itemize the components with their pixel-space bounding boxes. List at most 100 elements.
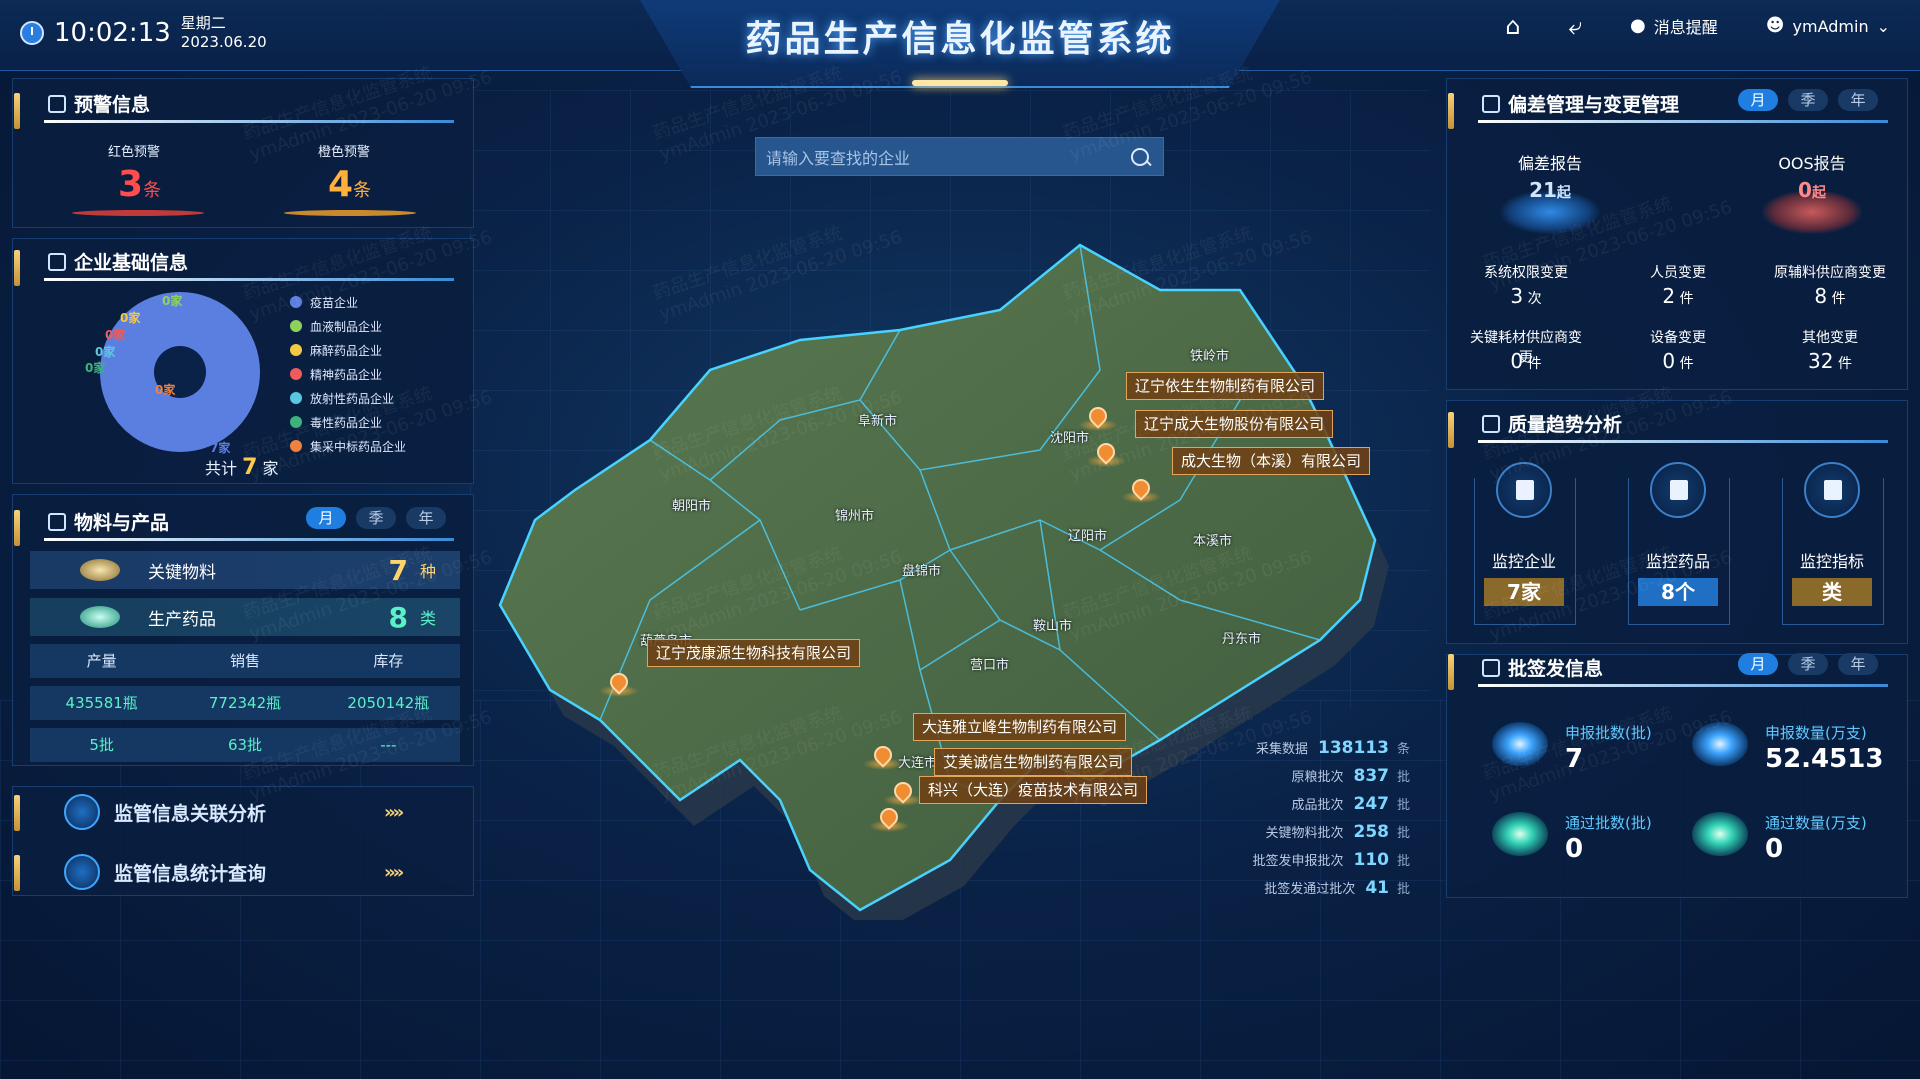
pie-callout-label: 0家 — [105, 327, 126, 342]
back-icon[interactable]: ⤶ — [1569, 14, 1582, 38]
legend-item[interactable]: 精神药品企业 — [290, 362, 406, 386]
cell: --- — [380, 736, 397, 754]
panel-side-bar — [1448, 654, 1454, 690]
tab-quarter[interactable]: 季 — [1788, 89, 1828, 111]
search-icon[interactable] — [1131, 148, 1149, 166]
col-stock: 库存 — [373, 652, 404, 670]
city-label[interactable]: 阜新市 — [858, 410, 897, 429]
tab-year[interactable]: 年 — [1838, 653, 1878, 675]
tab-year[interactable]: 年 — [406, 507, 446, 529]
panel-side-bar — [14, 250, 20, 286]
current-time: 10:02:13 — [54, 18, 171, 48]
company-label[interactable]: 辽宁依生生物制药有限公司 — [1126, 372, 1325, 400]
pass-qty-label: 通过数量(万支) — [1765, 814, 1867, 832]
stat-value: 138113 — [1318, 738, 1389, 758]
stat-row: 关键物料批次 258 批 — [1220, 822, 1410, 850]
tab-year[interactable]: 年 — [1838, 89, 1878, 111]
city-label[interactable]: 本溪市 — [1193, 530, 1232, 549]
legend-swatch — [290, 344, 302, 356]
city-label[interactable]: 大连市 — [898, 752, 937, 771]
change-item-value: 0 件 — [1618, 349, 1738, 373]
quality-title: 质量趋势分析 — [1482, 410, 1622, 437]
tab-month[interactable]: 月 — [1738, 89, 1778, 111]
alarm-icon — [48, 94, 66, 113]
enterprise-search[interactable] — [755, 137, 1164, 176]
trend-icon — [64, 854, 100, 890]
user-menu[interactable]: ☻ ymAdmin ⌄ — [1766, 14, 1890, 38]
legend-item[interactable]: 疫苗企业 — [290, 290, 406, 314]
weekday: 星期二 — [180, 14, 226, 32]
layers-icon — [1492, 722, 1548, 766]
company-label[interactable]: 辽宁茂康源生物科技有限公司 — [647, 639, 861, 667]
total-unit: 家 — [262, 459, 279, 478]
title-underline — [1478, 440, 1888, 443]
city-label[interactable]: 锦州市 — [835, 505, 874, 524]
user-icon: ☻ — [1765, 15, 1785, 36]
legend-item[interactable]: 放射性药品企业 — [290, 386, 406, 410]
home-icon[interactable]: ⌂ — [1505, 14, 1520, 38]
key-material-unit: 种 — [420, 562, 437, 581]
tab-quarter[interactable]: 季 — [356, 507, 396, 529]
tab-month[interactable]: 月 — [306, 507, 346, 529]
materials-title-text: 物料与产品 — [74, 512, 170, 534]
legend-item[interactable]: 集采中标药品企业 — [290, 434, 406, 458]
red-count-value: 3 — [118, 164, 144, 205]
stat-row: 采集数据 138113 条 — [1220, 738, 1410, 766]
quality-value: 类 — [1792, 578, 1872, 606]
cell: 435581瓶 — [65, 694, 138, 712]
orange-warning-base — [284, 210, 416, 216]
city-label[interactable]: 朝阳市 — [672, 495, 711, 514]
quality-label: 监控药品 — [1645, 552, 1710, 571]
tab-month[interactable]: 月 — [1738, 653, 1778, 675]
change-item-value: 0 件 — [1466, 349, 1586, 373]
title-underline — [1478, 120, 1888, 123]
table-row: 5批 63批 --- — [30, 728, 460, 762]
change-unit: 件 — [1833, 356, 1852, 372]
batch-panel — [1446, 654, 1908, 898]
city-label[interactable]: 营口市 — [970, 654, 1009, 673]
notify-button[interactable]: ● 消息提醒 — [1630, 14, 1718, 38]
company-label[interactable]: 艾美诚信生物制药有限公司 — [934, 748, 1133, 776]
materials-table-header: 产量 销售 库存 — [30, 644, 460, 678]
page-title: 药品生产信息化监管系统 — [745, 19, 1175, 60]
orange-count-value: 4 — [328, 164, 354, 205]
city-label[interactable]: 沈阳市 — [1050, 427, 1089, 446]
city-label[interactable]: 盘锦市 — [902, 560, 941, 579]
pie-callout-label: 7家 — [210, 440, 231, 455]
legend-item[interactable]: 血液制品企业 — [290, 314, 406, 338]
city-label[interactable]: 辽阳市 — [1068, 525, 1107, 544]
search-input[interactable] — [764, 144, 1128, 172]
clock-icon — [20, 21, 44, 45]
legend-label: 疫苗企业 — [310, 295, 359, 310]
relation-analysis-link[interactable]: 监管信息关联分析 »» — [14, 788, 474, 836]
stat-unit: 批 — [1396, 798, 1410, 813]
change-value: 8 — [1814, 284, 1828, 308]
change-item-value: 8 件 — [1770, 284, 1890, 308]
stat-name: 批签发通过批次 — [1264, 882, 1356, 897]
cell: 63批 — [227, 736, 263, 754]
legend-label: 放射性药品企业 — [310, 391, 395, 406]
city-label[interactable]: 铁岭市 — [1190, 345, 1229, 364]
tab-quarter[interactable]: 季 — [1788, 653, 1828, 675]
apply-qty-label: 申报数量(万支) — [1765, 724, 1867, 742]
pie-callout-label: 0家 — [95, 344, 116, 359]
city-label[interactable]: 丹东市 — [1222, 628, 1261, 647]
legend-swatch — [290, 368, 302, 380]
legend-item[interactable]: 毒性药品企业 — [290, 410, 406, 434]
legend-item[interactable]: 麻醉药品企业 — [290, 338, 406, 362]
document-icon — [1516, 480, 1534, 500]
change-value: 0 — [1510, 349, 1524, 373]
company-label[interactable]: 成大生物（本溪）有限公司 — [1172, 447, 1371, 475]
stat-unit: 批 — [1396, 882, 1410, 897]
pie-callout-label: 0家 — [120, 310, 141, 325]
pie-callout-label: 0家 — [155, 382, 176, 397]
pill-icon — [80, 606, 120, 628]
stat-unit: 条 — [1396, 742, 1410, 757]
oos-report-label: OOS报告 — [1778, 154, 1846, 173]
company-label[interactable]: 大连雅立峰生物制药有限公司 — [913, 713, 1127, 741]
company-label[interactable]: 辽宁成大生物股份有限公司 — [1135, 410, 1334, 438]
company-label[interactable]: 科兴（大连）疫苗技术有限公司 — [919, 776, 1148, 804]
city-label[interactable]: 鞍山市 — [1033, 615, 1072, 634]
statistics-query-link[interactable]: 监管信息统计查询 »» — [14, 848, 474, 896]
legend-label: 血液制品企业 — [310, 319, 383, 334]
